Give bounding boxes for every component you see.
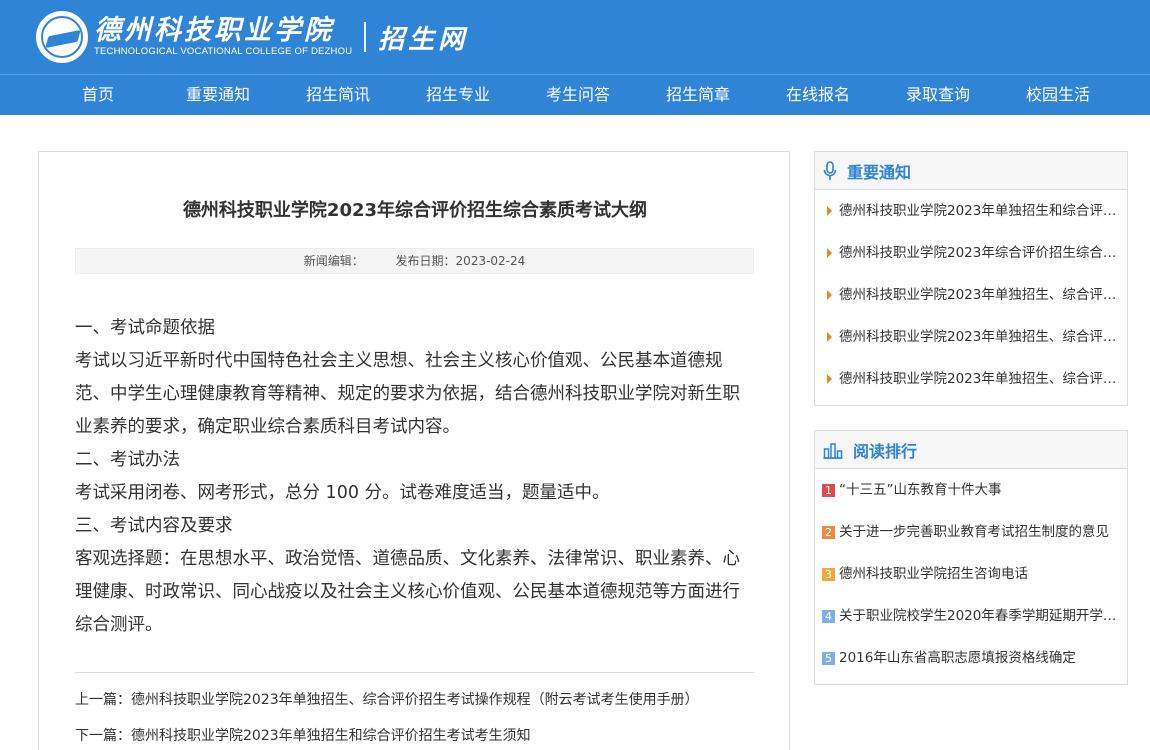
arrow-right-icon (827, 290, 832, 300)
next-article: 下一篇：德州科技职业学院2023年单独招生和综合评价招生考试考生须知 (75, 725, 765, 745)
section-heading: 一、考试命题依据 (75, 318, 215, 338)
school-name-en: TECHNOLOGICAL VOCATIONAL COLLEGE OF DEZH… (94, 46, 353, 57)
notices-list: 德州科技职业学院2023年单独招生和综合评价招生考试考生须知 德州科技职业学院2… (815, 190, 1127, 400)
nav-item-brochure[interactable]: 招生简章 (638, 75, 758, 115)
prev-article: 上一篇：德州科技职业学院2023年单独招生、综合评价招生考试操作规程（附云考试考… (75, 689, 765, 709)
brand[interactable]: 德州科技职业学院 TECHNOLOGICAL VOCATIONAL COLLEG… (36, 8, 468, 66)
editor-label: 新闻编辑： (303, 254, 364, 268)
notice-item[interactable]: 德州科技职业学院2023年单独招生、综合评价招生考试通知 (815, 316, 1127, 358)
notice-text: 德州科技职业学院2023年单独招生、综合评价招生考试通知 (839, 329, 1127, 345)
rank-badge: 4 (822, 610, 835, 623)
arrow-right-icon (827, 206, 832, 216)
notice-item[interactable]: 德州科技职业学院2023年综合评价招生综合素质考试大纲 (815, 232, 1127, 274)
chart-icon (823, 442, 843, 459)
ranking-text: 关于进一步完善职业教育考试招生制度的意见 (839, 524, 1109, 540)
next-article-link[interactable]: 德州科技职业学院2023年单独招生和综合评价招生考试考生须知 (131, 728, 531, 744)
notice-item[interactable]: 德州科技职业学院2023年单独招生、综合评价招生考试操作规程 (815, 274, 1127, 316)
ranking-panel: 阅读排行 1 “十三五”山东教育十件大事 2 关于进一步完善职业教育考试招生制度的意… (814, 430, 1128, 685)
notice-text: 德州科技职业学院2023年综合评价招生综合素质考试大纲 (839, 245, 1127, 261)
section-heading: 三、考试内容及要求 (75, 516, 233, 536)
site-header: 德州科技职业学院 TECHNOLOGICAL VOCATIONAL COLLEG… (0, 0, 1150, 115)
brand-text: 德州科技职业学院 TECHNOLOGICAL VOCATIONAL COLLEG… (94, 16, 352, 58)
ranking-text: 关于职业院校学生2020年春季学期延期开学的通知 (839, 608, 1127, 624)
notice-item[interactable]: 德州科技职业学院2023年单独招生、综合评价招生章程 (815, 358, 1127, 400)
notices-title: 重要通知 (847, 162, 912, 182)
site-name: 招生网 (378, 24, 469, 55)
rank-badge: 1 (822, 484, 835, 497)
arrow-right-icon (827, 374, 832, 384)
article-body: 一、考试命题依据 考试以习近平新时代中国特色社会主义思想、社会主义核心价值观、公… (75, 312, 755, 642)
ranking-text: 2016年山东省高职志愿填报资格线确定 (839, 650, 1076, 666)
rank-badge: 3 (822, 568, 835, 581)
article-panel: 德州科技职业学院2023年综合评价招生综合素质考试大纲 新闻编辑： 发布日期：2… (38, 151, 790, 750)
ranking-item[interactable]: 1 “十三五”山东教育十件大事 (815, 469, 1127, 511)
notice-text: 德州科技职业学院2023年单独招生、综合评价招生章程 (839, 371, 1127, 387)
ranking-item[interactable]: 5 2016年山东省高职志愿填报资格线确定 (815, 637, 1127, 679)
ranking-header: 阅读排行 (815, 431, 1127, 469)
paragraph: 考试采用闭卷、网考形式，总分 100 分。试卷难度适当，题量适中。 (75, 483, 610, 503)
arrow-right-icon (827, 248, 832, 258)
notices-header: 重要通知 (815, 152, 1127, 190)
paragraph: 客观选择题：在思想水平、政治觉悟、道德品质、文化素养、法律常识、职业素养、心理健… (75, 549, 740, 635)
nav-item-admission-query[interactable]: 录取查询 (878, 75, 998, 115)
nav-item-news[interactable]: 招生简讯 (278, 75, 398, 115)
article-title: 德州科技职业学院2023年综合评价招生综合素质考试大纲 (182, 200, 648, 221)
nav-item-apply[interactable]: 在线报名 (758, 75, 878, 115)
ranking-text: “十三五”山东教育十件大事 (839, 482, 1002, 498)
ranking-item[interactable]: 4 关于职业院校学生2020年春季学期延期开学的通知 (815, 595, 1127, 637)
brand-separator (364, 22, 367, 52)
article-meta: 新闻编辑： 发布日期：2023-02-24 (75, 248, 754, 274)
notice-text: 德州科技职业学院2023年单独招生、综合评价招生考试操作规程 (839, 287, 1127, 303)
ranking-list: 1 “十三五”山东教育十件大事 2 关于进一步完善职业教育考试招生制度的意见 3 德州… (815, 469, 1127, 679)
arrow-right-icon (827, 332, 832, 342)
publish-date: 发布日期：2023-02-24 (395, 254, 526, 268)
microphone-icon (823, 160, 837, 180)
rank-badge: 2 (822, 526, 835, 539)
college-logo-icon (36, 11, 88, 63)
ranking-item[interactable]: 2 关于进一步完善职业教育考试招生制度的意见 (815, 511, 1127, 553)
ranking-item[interactable]: 3 德州科技职业学院招生咨询电话 (815, 553, 1127, 595)
nav-item-notices[interactable]: 重要通知 (158, 75, 278, 115)
nav-item-campus-life[interactable]: 校园生活 (998, 75, 1118, 115)
rank-badge: 5 (822, 652, 835, 665)
notice-item[interactable]: 德州科技职业学院2023年单独招生和综合评价招生考试考生须知 (815, 190, 1127, 232)
ranking-title: 阅读排行 (853, 441, 918, 461)
main-nav: 首页 重要通知 招生简讯 招生专业 考生问答 招生简章 在线报名 录取查询 校园… (0, 74, 1150, 115)
divider (75, 672, 754, 673)
next-label: 下一篇： (75, 728, 131, 744)
nav-item-majors[interactable]: 招生专业 (398, 75, 518, 115)
paragraph: 考试以习近平新时代中国特色社会主义思想、社会主义核心价值观、公民基本道德规范、中… (75, 351, 740, 437)
ranking-text: 德州科技职业学院招生咨询电话 (839, 566, 1028, 582)
prev-label: 上一篇： (75, 692, 131, 708)
prev-article-link[interactable]: 德州科技职业学院2023年单独招生、综合评价招生考试操作规程（附云考试考生使用手… (131, 692, 699, 708)
school-name-cn: 德州科技职业学院 (94, 15, 334, 46)
nav-item-home[interactable]: 首页 (38, 75, 158, 115)
section-heading: 二、考试办法 (75, 450, 180, 470)
notice-text: 德州科技职业学院2023年单独招生和综合评价招生考试考生须知 (839, 203, 1127, 219)
nav-item-faq[interactable]: 考生问答 (518, 75, 638, 115)
notices-panel: 重要通知 德州科技职业学院2023年单独招生和综合评价招生考试考生须知 德州科技… (814, 151, 1128, 406)
